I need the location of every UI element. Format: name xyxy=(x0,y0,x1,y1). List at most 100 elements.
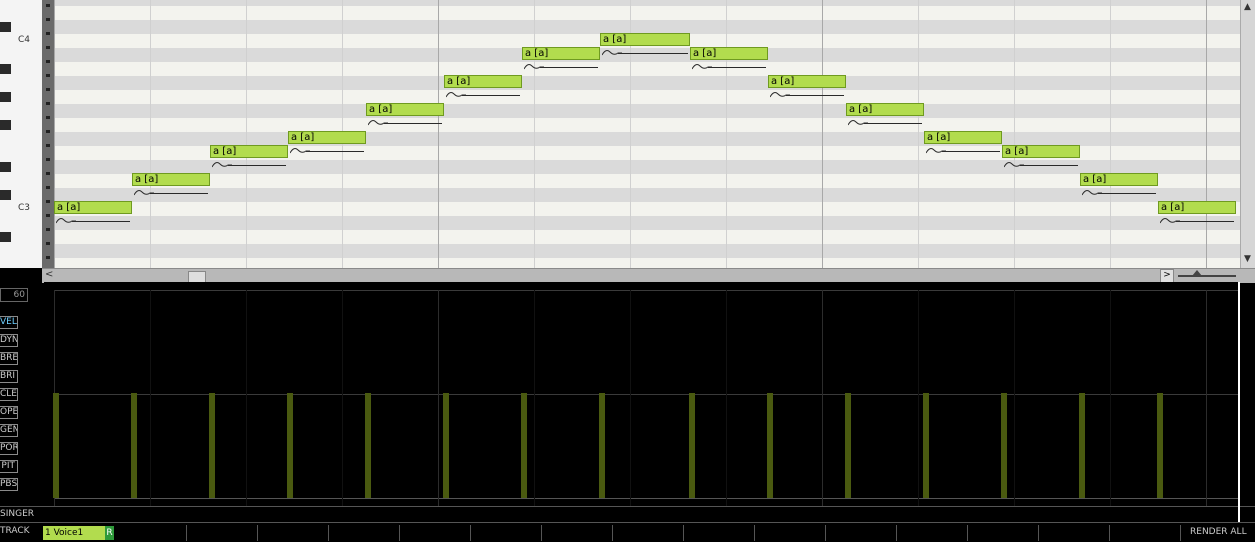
track-render-badge[interactable]: R xyxy=(105,526,114,540)
ruler-tick xyxy=(46,4,50,7)
note-block[interactable]: a [a] xyxy=(1080,173,1158,186)
param-button-cle[interactable]: CLE xyxy=(0,388,18,401)
ruler-tick xyxy=(46,32,50,35)
velocity-bar[interactable] xyxy=(767,393,773,498)
velocity-bar[interactable] xyxy=(287,393,293,498)
param-button-bri[interactable]: BRI xyxy=(0,370,18,383)
playhead-cursor[interactable] xyxy=(1238,282,1240,522)
param-button-vel[interactable]: VEL xyxy=(0,316,18,329)
track-slot-divider xyxy=(186,525,187,541)
track-tab-voice1[interactable]: 1 Voice1 xyxy=(43,526,105,540)
vibrato-wave-icon xyxy=(1082,190,1102,196)
grid-beat-line xyxy=(246,0,247,268)
zoom-slider[interactable] xyxy=(1178,275,1236,277)
note-block[interactable]: a [a] xyxy=(366,103,444,116)
ruler-tick xyxy=(46,144,50,147)
velocity-bar[interactable] xyxy=(209,393,215,498)
track-slot-divider xyxy=(683,525,684,541)
ruler-tick xyxy=(46,214,50,217)
param-button-pit[interactable]: PIT xyxy=(0,460,18,473)
grid-beat-line xyxy=(1014,0,1015,268)
editor-baseline xyxy=(54,498,1240,499)
param-button-bre[interactable]: BRE xyxy=(0,352,18,365)
velocity-bar[interactable] xyxy=(53,393,59,498)
scroll-down-icon[interactable]: ▼ xyxy=(1244,254,1251,264)
ruler-tick xyxy=(46,242,50,245)
render-all-button[interactable]: RENDER ALL xyxy=(1190,527,1247,537)
param-button-dyn[interactable]: DYN xyxy=(0,334,18,347)
pitch-curve-line xyxy=(708,67,766,68)
param-button-gen[interactable]: GEN xyxy=(0,424,18,437)
ruler-tick xyxy=(46,74,50,77)
velocity-bar[interactable] xyxy=(521,393,527,498)
note-block[interactable]: a [a] xyxy=(846,103,924,116)
editor-beat-line xyxy=(342,290,343,506)
piano-black-key[interactable] xyxy=(0,190,11,200)
pitch-curve-line xyxy=(1020,165,1078,166)
note-block[interactable]: a [a] xyxy=(768,75,846,88)
note-block[interactable]: a [a] xyxy=(924,131,1002,144)
velocity-bar[interactable] xyxy=(689,393,695,498)
grid-beat-line xyxy=(534,0,535,268)
velocity-bar[interactable] xyxy=(443,393,449,498)
velocity-bar[interactable] xyxy=(1079,393,1085,498)
grid-beat-line xyxy=(1206,0,1207,268)
velocity-bar[interactable] xyxy=(599,393,605,498)
velocity-bar[interactable] xyxy=(1157,393,1163,498)
piano-roll[interactable]: C4 C3 a [a] a [a] a [a] a [a] a [a] a [a] a [a]… xyxy=(0,0,1255,268)
note-block[interactable]: a [a] xyxy=(288,131,366,144)
horizontal-scrollbar[interactable]: < > xyxy=(42,268,1255,284)
parameter-panel: 60 VEL DYN BRE BRI CLE OPE GEN POR PIT PBS xyxy=(0,282,42,541)
grid-beat-line xyxy=(150,0,151,268)
piano-black-key[interactable] xyxy=(0,92,11,102)
note-grid[interactable]: a [a] a [a] a [a] a [a] a [a] a [a] a [a] a [a]… xyxy=(54,0,1240,268)
piano-black-key[interactable] xyxy=(0,64,11,74)
piano-black-key[interactable] xyxy=(0,22,11,32)
note-block[interactable]: a [a] xyxy=(600,33,690,46)
note-block[interactable]: a [a] xyxy=(1002,145,1080,158)
piano-black-key[interactable] xyxy=(0,120,11,130)
scroll-left-icon[interactable]: < xyxy=(45,269,53,280)
vibrato-wave-icon xyxy=(56,218,76,224)
vertical-scrollbar[interactable]: ▲ ▼ xyxy=(1240,0,1255,268)
velocity-bar[interactable] xyxy=(845,393,851,498)
velocity-bar[interactable] xyxy=(1001,393,1007,498)
editor-beat-line xyxy=(1014,290,1015,506)
track-slot-divider xyxy=(1038,525,1039,541)
grid-row xyxy=(54,202,1240,216)
velocity-bar[interactable] xyxy=(365,393,371,498)
pitch-curve-line xyxy=(150,193,208,194)
note-block[interactable]: a [a] xyxy=(690,47,768,60)
note-block[interactable]: a [a] xyxy=(54,201,132,214)
track-slot-divider xyxy=(1109,525,1110,541)
note-block[interactable]: a [a] xyxy=(210,145,288,158)
note-block[interactable]: a [a] xyxy=(522,47,600,60)
scroll-up-icon[interactable]: ▲ xyxy=(1244,2,1251,12)
parameter-editor[interactable] xyxy=(44,282,1240,506)
ruler-tick xyxy=(46,102,50,105)
note-block[interactable]: a [a] xyxy=(1158,201,1236,214)
velocity-bar[interactable] xyxy=(923,393,929,498)
note-block[interactable]: a [a] xyxy=(132,173,210,186)
parameter-value-box[interactable]: 60 xyxy=(0,288,28,302)
param-button-ope[interactable]: OPE xyxy=(0,406,18,419)
piano-black-key[interactable] xyxy=(0,232,11,242)
editor-beat-line xyxy=(150,290,151,506)
grid-row xyxy=(54,48,1240,62)
pitch-curve-line xyxy=(1176,221,1234,222)
vibrato-wave-icon xyxy=(134,190,154,196)
vibrato-wave-icon xyxy=(848,120,868,126)
note-block[interactable]: a [a] xyxy=(444,75,522,88)
piano-black-key[interactable] xyxy=(0,162,11,172)
editor-beat-line xyxy=(246,290,247,506)
param-button-por[interactable]: POR xyxy=(0,442,18,455)
velocity-bar[interactable] xyxy=(131,393,137,498)
zoom-slider-knob-icon[interactable] xyxy=(1192,270,1202,276)
piano-keyboard[interactable]: C4 C3 xyxy=(0,0,43,268)
ruler-tick xyxy=(46,172,50,175)
pitch-curve-line xyxy=(228,165,286,166)
vibrato-wave-icon xyxy=(290,148,310,154)
grid-beat-line xyxy=(822,0,823,268)
param-button-pbs[interactable]: PBS xyxy=(0,478,18,491)
pitch-curve-line xyxy=(384,123,442,124)
